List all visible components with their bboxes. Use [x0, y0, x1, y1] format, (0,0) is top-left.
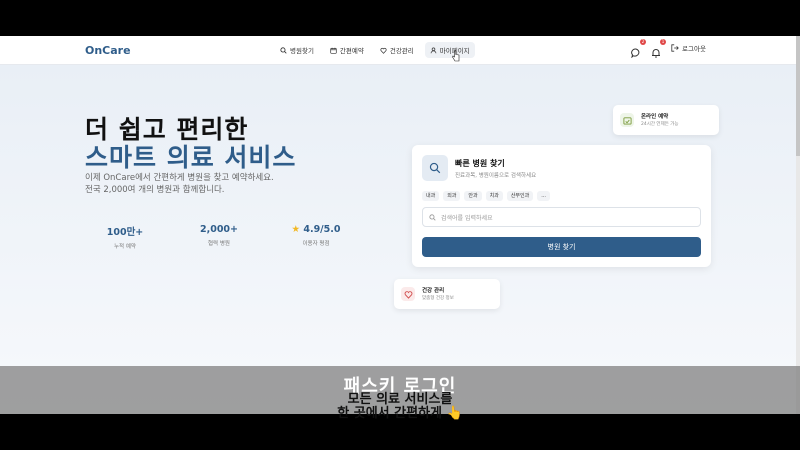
heart-icon [401, 287, 415, 301]
chip-dentistry[interactable]: 치과 [485, 191, 503, 201]
health-management-card[interactable]: 건강 관리 맞춤형 건강 정보 [394, 279, 500, 309]
nav-label: 병원찾기 [290, 47, 314, 55]
stat-label: 이용자 평점 [302, 241, 330, 247]
chip-ophthalmology[interactable]: 안과 [464, 191, 482, 201]
stats-row: 100만+ 누적 예약 2,000+ 협력 병원 ★ 4.9/5.0 이용자 평… [85, 224, 375, 254]
chip-more[interactable]: ... [537, 191, 550, 201]
browser-viewport: OnCare 병원찾기 간편예약 건강관리 마이페이지 2 [0, 36, 800, 414]
logout-button[interactable]: 로그아웃 [671, 43, 706, 53]
stat-value: 2,000+ [199, 224, 238, 235]
hero-desc-line2: 전국 2,000여 개의 병원과 함께합니다. [85, 185, 225, 195]
stat-value: 100만+ [106, 227, 144, 238]
chat-icon [631, 48, 640, 59]
stat-value: 4.9/5.0 [303, 224, 341, 235]
stat-rating: ★ 4.9/5.0 이용자 평점 [281, 224, 351, 247]
search-icon [422, 155, 448, 181]
nav-label: 간편예약 [339, 47, 364, 55]
nav-item-find-hospital[interactable]: 병원찾기 [275, 42, 319, 58]
chip-obstetrics[interactable]: 산부인과 [506, 191, 534, 201]
stat-hospitals: 2,000+ 협력 병원 [184, 224, 254, 247]
search-placeholder: 검색어를 입력하세요 [441, 214, 493, 222]
quick-search-subtitle: 진료과목, 병원이름으로 검색하세요 [455, 173, 537, 179]
stat-label: 협력 병원 [208, 241, 230, 247]
chip-internal-medicine[interactable]: 내과 [422, 191, 440, 201]
stat-label: 누적 예약 [114, 244, 136, 250]
health-icon [380, 47, 387, 54]
find-hospital-button[interactable]: 병원 찾기 [422, 237, 701, 257]
online-reservation-card[interactable]: 온라인 예약 24시간 언제든 가능 [613, 105, 719, 135]
top-navigation-bar: OnCare 병원찾기 간편예약 건강관리 마이페이지 2 [0, 36, 800, 65]
chip-surgery[interactable]: 외과 [443, 191, 461, 201]
health-management-subtitle: 맞춤형 건강 정보 [422, 296, 454, 301]
app-logo[interactable]: OnCare [85, 44, 131, 57]
online-reservation-title: 온라인 예약 [641, 114, 669, 120]
quick-search-card: 빠른 병원 찾기 진료과목, 병원이름으로 검색하세요 내과 외과 안과 치과 … [412, 145, 711, 267]
nav-item-easy-reservation[interactable]: 간편예약 [325, 42, 369, 58]
main-nav: 병원찾기 간편예약 건강관리 마이페이지 [275, 42, 475, 58]
user-icon [430, 46, 437, 53]
logout-label: 로그아웃 [682, 45, 706, 53]
notification-badge: 1 [660, 39, 666, 45]
nav-label: 건강관리 [389, 47, 414, 55]
hero-title-line2: 스마트 의료 서비스 [85, 143, 297, 172]
stat-value-wrap: ★ 4.9/5.0 [281, 224, 351, 235]
star-icon: ★ [291, 224, 301, 235]
bell-icon [652, 49, 660, 58]
search-icon [429, 213, 436, 221]
nav-item-health-management[interactable]: 건강관리 [375, 42, 419, 58]
hero-description: 이제 OnCare에서 간편하게 병원을 찾고 예약하세요. 전국 2,000여… [85, 172, 345, 196]
hand-cursor-icon [452, 50, 460, 62]
calendar-check-icon [620, 113, 634, 127]
search-icon [280, 46, 287, 54]
health-management-title: 건강 관리 [422, 288, 445, 294]
nav-item-my-page[interactable]: 마이페이지 [424, 42, 475, 58]
chat-badge: 2 [640, 39, 646, 45]
scrollbar-thumb[interactable] [796, 36, 800, 156]
notification-button[interactable]: 1 [651, 39, 666, 58]
logout-icon [671, 44, 679, 52]
calendar-icon [330, 47, 337, 54]
quick-search-title: 빠른 병원 찾기 [455, 159, 505, 168]
search-input[interactable]: 검색어를 입력하세요 [422, 207, 701, 227]
caption-line3: 한 곳에서 간편하게 👆 [337, 406, 463, 421]
chat-button[interactable]: 2 [631, 39, 646, 59]
online-reservation-subtitle: 24시간 언제든 가능 [641, 122, 679, 127]
hero-desc-line1: 이제 OnCare에서 간편하게 병원을 찾고 예약하세요. [85, 173, 274, 183]
header-actions: 2 1 로그아웃 [631, 39, 706, 59]
stat-reservations: 100만+ 누적 예약 [90, 224, 160, 250]
department-chips: 내과 외과 안과 치과 산부인과 ... [422, 191, 550, 201]
